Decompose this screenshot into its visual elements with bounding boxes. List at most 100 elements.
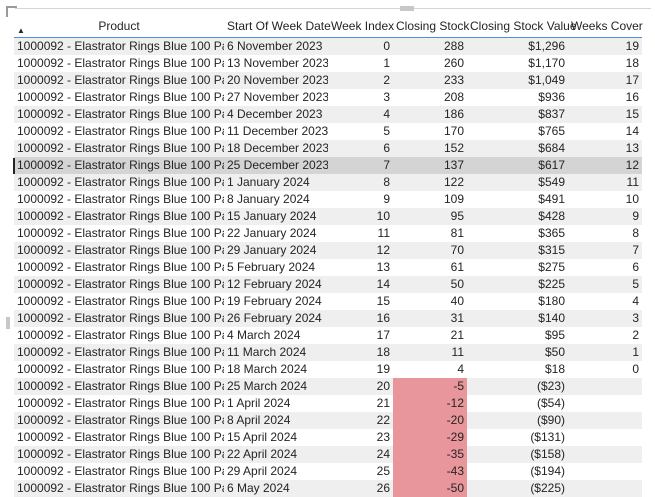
table-row[interactable]: 1000092 - Elastrator Rings Blue 100 Pack…: [14, 259, 642, 276]
table-row[interactable]: 1000092 - Elastrator Rings Blue 100 Pack…: [14, 412, 642, 429]
table-row[interactable]: 1000092 - Elastrator Rings Blue 100 Pack…: [14, 191, 642, 208]
cell-closing-stock: -5: [393, 378, 467, 395]
cell-weeks-cover: 14: [568, 123, 642, 140]
cell-weeks-cover: [568, 446, 642, 463]
column-header-weeks-cover[interactable]: Weeks Cover: [568, 14, 643, 38]
cell-week-index: 22: [328, 412, 393, 429]
cell-start-of-week-date: 18 December 2023: [224, 140, 328, 157]
table-row[interactable]: 1000092 - Elastrator Rings Blue 100 Pack…: [14, 242, 642, 259]
column-header-label: Closing Stock Value: [470, 18, 577, 33]
cell-weeks-cover: 5: [568, 276, 642, 293]
table-row[interactable]: 1000092 - Elastrator Rings Blue 100 Pack…: [14, 429, 642, 446]
cell-weeks-cover: 12: [568, 157, 642, 174]
table-row[interactable]: 1000092 - Elastrator Rings Blue 100 Pack…: [14, 157, 642, 174]
cell-closing-stock-value: $18: [467, 361, 568, 378]
cell-product: 1000092 - Elastrator Rings Blue 100 Pack…: [14, 463, 224, 480]
column-header-closing-stock-value[interactable]: Closing Stock Value: [467, 14, 577, 38]
cell-weeks-cover: [568, 412, 642, 429]
column-header-label: Product: [98, 18, 140, 33]
header-row: Product ▲ Start Of Week Date Week Index …: [14, 14, 643, 38]
cell-closing-stock: -50: [393, 480, 467, 497]
table-row[interactable]: 1000092 - Elastrator Rings Blue 100 Pack…: [14, 89, 642, 106]
cell-product: 1000092 - Elastrator Rings Blue 100 Pack…: [14, 259, 224, 276]
table-row[interactable]: 1000092 - Elastrator Rings Blue 100 Pack…: [14, 293, 642, 310]
resize-grip-left[interactable]: [6, 317, 10, 329]
table-row[interactable]: 1000092 - Elastrator Rings Blue 100 Pack…: [14, 174, 642, 191]
table-row[interactable]: 1000092 - Elastrator Rings Blue 100 Pack…: [14, 72, 642, 89]
table-row[interactable]: 1000092 - Elastrator Rings Blue 100 Pack…: [14, 361, 642, 378]
cell-start-of-week-date: 6 November 2023: [224, 37, 328, 55]
table-row[interactable]: 1000092 - Elastrator Rings Blue 100 Pack…: [14, 140, 642, 157]
table-row[interactable]: 1000092 - Elastrator Rings Blue 100 Pack…: [14, 327, 642, 344]
cell-start-of-week-date: 22 April 2024: [224, 446, 328, 463]
cell-week-index: 24: [328, 446, 393, 463]
cell-weeks-cover: 1: [568, 344, 642, 361]
resize-grip-top[interactable]: [400, 6, 414, 11]
cell-closing-stock-value: $491: [467, 191, 568, 208]
cell-product: 1000092 - Elastrator Rings Blue 100 Pack…: [14, 72, 224, 89]
cell-closing-stock: 170: [393, 123, 467, 140]
table-row[interactable]: 1000092 - Elastrator Rings Blue 100 Pack…: [14, 225, 642, 242]
cell-start-of-week-date: 5 February 2024: [224, 259, 328, 276]
cell-start-of-week-date: 15 January 2024: [224, 208, 328, 225]
cell-closing-stock: -35: [393, 446, 467, 463]
column-header-start-of-week-date[interactable]: Start Of Week Date: [224, 14, 331, 38]
cell-week-index: 12: [328, 242, 393, 259]
table-row[interactable]: 1000092 - Elastrator Rings Blue 100 Pack…: [14, 55, 642, 72]
column-header-label: Start Of Week Date: [227, 18, 331, 33]
cell-weeks-cover: 11: [568, 174, 642, 191]
cell-weeks-cover: 18: [568, 55, 642, 72]
table-row[interactable]: 1000092 - Elastrator Rings Blue 100 Pack…: [14, 123, 642, 140]
cell-weeks-cover: [568, 429, 642, 446]
table-visual: Product ▲ Start Of Week Date Week Index …: [0, 0, 655, 497]
table-row[interactable]: 1000092 - Elastrator Rings Blue 100 Pack…: [14, 37, 642, 55]
table-row[interactable]: 1000092 - Elastrator Rings Blue 100 Pack…: [14, 106, 642, 123]
cell-closing-stock-value: $936: [467, 89, 568, 106]
cell-closing-stock: 81: [393, 225, 467, 242]
cell-closing-stock: 186: [393, 106, 467, 123]
table-row[interactable]: 1000092 - Elastrator Rings Blue 100 Pack…: [14, 208, 642, 225]
table-row[interactable]: 1000092 - Elastrator Rings Blue 100 Pack…: [14, 276, 642, 293]
table-row[interactable]: 1000092 - Elastrator Rings Blue 100 Pack…: [14, 395, 642, 412]
cell-week-index: 2: [328, 72, 393, 89]
cell-weeks-cover: 2: [568, 327, 642, 344]
cell-week-index: 9: [328, 191, 393, 208]
cell-closing-stock-value: ($194): [467, 463, 568, 480]
cell-weeks-cover: [568, 378, 642, 395]
column-header-closing-stock[interactable]: Closing Stock: [393, 14, 469, 38]
cell-closing-stock: 31: [393, 310, 467, 327]
table-row[interactable]: 1000092 - Elastrator Rings Blue 100 Pack…: [14, 378, 642, 395]
cell-start-of-week-date: 8 January 2024: [224, 191, 328, 208]
table-row[interactable]: 1000092 - Elastrator Rings Blue 100 Pack…: [14, 344, 642, 361]
table-row[interactable]: 1000092 - Elastrator Rings Blue 100 Pack…: [14, 310, 642, 327]
cell-weeks-cover: [568, 463, 642, 480]
column-header-product[interactable]: Product ▲: [14, 14, 224, 38]
cell-closing-stock-value: $549: [467, 174, 568, 191]
cell-weeks-cover: 13: [568, 140, 642, 157]
table-row[interactable]: 1000092 - Elastrator Rings Blue 100 Pack…: [14, 463, 642, 480]
table-row[interactable]: 1000092 - Elastrator Rings Blue 100 Pack…: [14, 480, 642, 497]
selected-row-marker: [13, 158, 15, 174]
cell-week-index: 7: [328, 157, 393, 174]
cell-product: 1000092 - Elastrator Rings Blue 100 Pack…: [14, 191, 224, 208]
cell-week-index: 19: [328, 361, 393, 378]
cell-weeks-cover: 10: [568, 191, 642, 208]
cell-start-of-week-date: 19 February 2024: [224, 293, 328, 310]
cell-product: 1000092 - Elastrator Rings Blue 100 Pack…: [14, 276, 224, 293]
cell-weeks-cover: 17: [568, 72, 642, 89]
cell-product: 1000092 - Elastrator Rings Blue 100 Pack…: [14, 140, 224, 157]
cell-week-index: 21: [328, 395, 393, 412]
table-row[interactable]: 1000092 - Elastrator Rings Blue 100 Pack…: [14, 446, 642, 463]
cell-product: 1000092 - Elastrator Rings Blue 100 Pack…: [14, 446, 224, 463]
cell-product: 1000092 - Elastrator Rings Blue 100 Pack…: [14, 55, 224, 72]
cell-closing-stock-value: ($54): [467, 395, 568, 412]
visual-top-border: [15, 8, 651, 9]
cell-start-of-week-date: 18 March 2024: [224, 361, 328, 378]
cell-closing-stock-value: ($131): [467, 429, 568, 446]
column-header-label: Week Index: [331, 18, 395, 33]
sort-ascending-icon[interactable]: ▲: [17, 27, 25, 35]
column-header-week-index[interactable]: Week Index: [328, 14, 395, 38]
cell-start-of-week-date: 1 April 2024: [224, 395, 328, 412]
cell-product: 1000092 - Elastrator Rings Blue 100 Pack…: [14, 344, 224, 361]
cell-week-index: 6: [328, 140, 393, 157]
